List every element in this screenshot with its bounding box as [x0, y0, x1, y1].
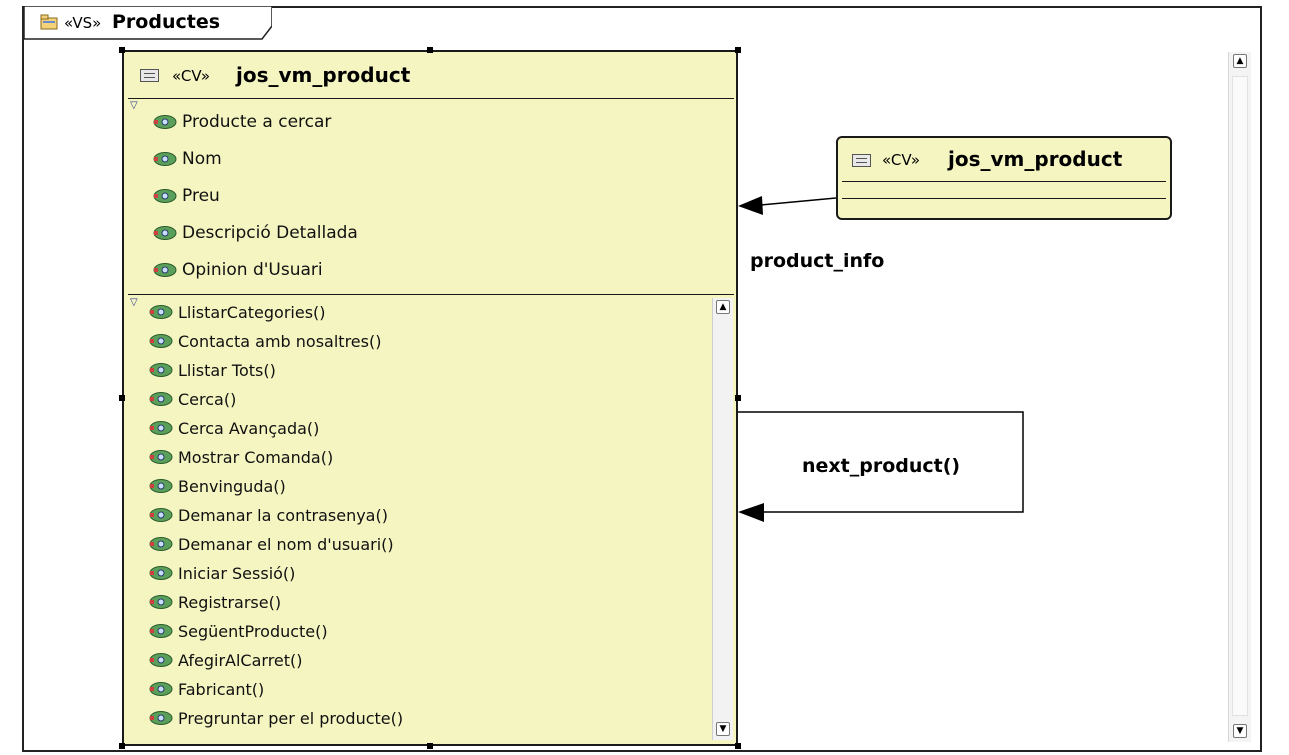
operation-item[interactable]: Pregruntar per el producte() [148, 706, 403, 730]
operation-label: Demanar el nom d'usuari() [178, 534, 394, 554]
operation-item[interactable]: Llistar Tots() [148, 358, 276, 382]
operation-label: Fabricant() [178, 679, 265, 699]
member-icon [152, 225, 178, 241]
resize-handle[interactable] [119, 395, 125, 401]
class-box-secondary[interactable]: «CV» jos_vm_product [836, 136, 1172, 220]
resize-handle[interactable] [427, 47, 433, 53]
class-icon [852, 154, 871, 167]
operation-item[interactable]: Registrarse() [148, 590, 281, 614]
member-icon [148, 478, 174, 494]
operation-label: Mostrar Comanda() [178, 447, 334, 467]
operations-scrollbar[interactable]: ▲ ▼ [712, 298, 733, 740]
operation-label: Pregruntar per el producte() [178, 708, 404, 728]
name-divider [842, 181, 1166, 182]
collapse-triangle-icon[interactable]: ▽ [130, 297, 138, 308]
member-icon [148, 623, 174, 639]
attribute-item[interactable]: Nom [152, 147, 222, 171]
operation-label: LlistarCategories() [178, 302, 326, 322]
scrollbar-track[interactable] [1232, 76, 1248, 716]
operation-label: Llistar Tots() [178, 360, 276, 380]
operation-label: Iniciar Sessió() [178, 563, 296, 583]
attribute-label: Opinion d'Usuari [182, 260, 323, 280]
resize-handle[interactable] [427, 743, 433, 749]
name-divider [128, 98, 734, 99]
scroll-down-icon[interactable]: ▼ [716, 722, 730, 736]
attribute-item[interactable]: Preu [152, 184, 220, 208]
operation-label: SegüentProducte() [178, 621, 328, 641]
class-stereotype: «CV» [172, 67, 211, 85]
member-icon [148, 333, 174, 349]
operation-item[interactable]: SegüentProducte() [148, 619, 328, 643]
attribute-item[interactable]: Opinion d'Usuari [152, 258, 323, 282]
member-icon [148, 304, 174, 320]
scroll-up-icon[interactable]: ▲ [1233, 54, 1247, 68]
operation-label: Cerca() [178, 389, 237, 409]
class-box-main[interactable]: «CV» jos_vm_product ▽ Producte a cercar … [122, 50, 738, 746]
association-arrowhead [738, 196, 763, 215]
operation-item[interactable]: AfegirAlCarret() [148, 648, 303, 672]
scroll-down-icon[interactable]: ▼ [1233, 724, 1247, 738]
association-label: product_info [750, 250, 885, 272]
attribute-divider [842, 198, 1166, 199]
member-icon [148, 565, 174, 581]
self-association-arrowhead [738, 503, 764, 522]
self-association-label: next_product() [802, 455, 961, 477]
operation-item[interactable]: Cerca() [148, 387, 236, 411]
operation-label: Contacta amb nosaltres() [178, 331, 382, 351]
member-icon [148, 507, 174, 523]
operation-label: AfegirAlCarret() [178, 650, 303, 670]
operation-item[interactable]: Demanar la contrasenya() [148, 503, 388, 527]
resize-handle[interactable] [735, 47, 741, 53]
operation-label: Benvinguda() [178, 476, 286, 496]
operation-item[interactable]: Benvinguda() [148, 474, 286, 498]
member-icon [148, 362, 174, 378]
operation-item[interactable]: Fabricant() [148, 677, 264, 701]
operation-item[interactable]: Iniciar Sessió() [148, 561, 295, 585]
class-icon [140, 69, 159, 82]
association-line[interactable] [759, 197, 837, 206]
operation-item[interactable]: LlistarCategories() [148, 300, 326, 324]
member-icon [148, 710, 174, 726]
resize-handle[interactable] [119, 47, 125, 53]
collapse-triangle-icon[interactable]: ▽ [130, 100, 138, 111]
attribute-label: Producte a cercar [182, 112, 332, 132]
attribute-label: Nom [182, 149, 222, 169]
member-icon [148, 391, 174, 407]
member-icon [148, 449, 174, 465]
member-icon [148, 681, 174, 697]
diagram-scrollbar[interactable]: ▲ ▼ [1228, 52, 1251, 742]
member-icon [148, 420, 174, 436]
operation-label: Cerca Avançada() [178, 418, 320, 438]
resize-handle[interactable] [735, 395, 741, 401]
resize-handle[interactable] [735, 743, 741, 749]
attribute-label: Descripció Detallada [182, 223, 358, 243]
member-icon [152, 262, 178, 278]
class-name: jos_vm_product [236, 63, 411, 87]
member-icon [152, 151, 178, 167]
class-name: jos_vm_product [948, 147, 1123, 171]
operation-item[interactable]: Demanar el nom d'usuari() [148, 532, 394, 556]
class-stereotype: «CV» [882, 151, 921, 169]
member-icon [148, 594, 174, 610]
member-icon [148, 652, 174, 668]
member-icon [152, 188, 178, 204]
operation-item[interactable]: Mostrar Comanda() [148, 445, 333, 469]
operation-label: Demanar la contrasenya() [178, 505, 388, 525]
operation-label: Registrarse() [178, 592, 282, 612]
attribute-item[interactable]: Producte a cercar [152, 110, 331, 134]
attribute-label: Preu [182, 186, 220, 206]
resize-handle[interactable] [119, 743, 125, 749]
operation-item[interactable]: Contacta amb nosaltres() [148, 329, 381, 353]
operation-item[interactable]: Cerca Avançada() [148, 416, 319, 440]
attribute-item[interactable]: Descripció Detallada [152, 221, 358, 245]
member-icon [152, 114, 178, 130]
member-icon [148, 536, 174, 552]
scroll-up-icon[interactable]: ▲ [716, 300, 730, 314]
attribute-divider [128, 294, 734, 295]
